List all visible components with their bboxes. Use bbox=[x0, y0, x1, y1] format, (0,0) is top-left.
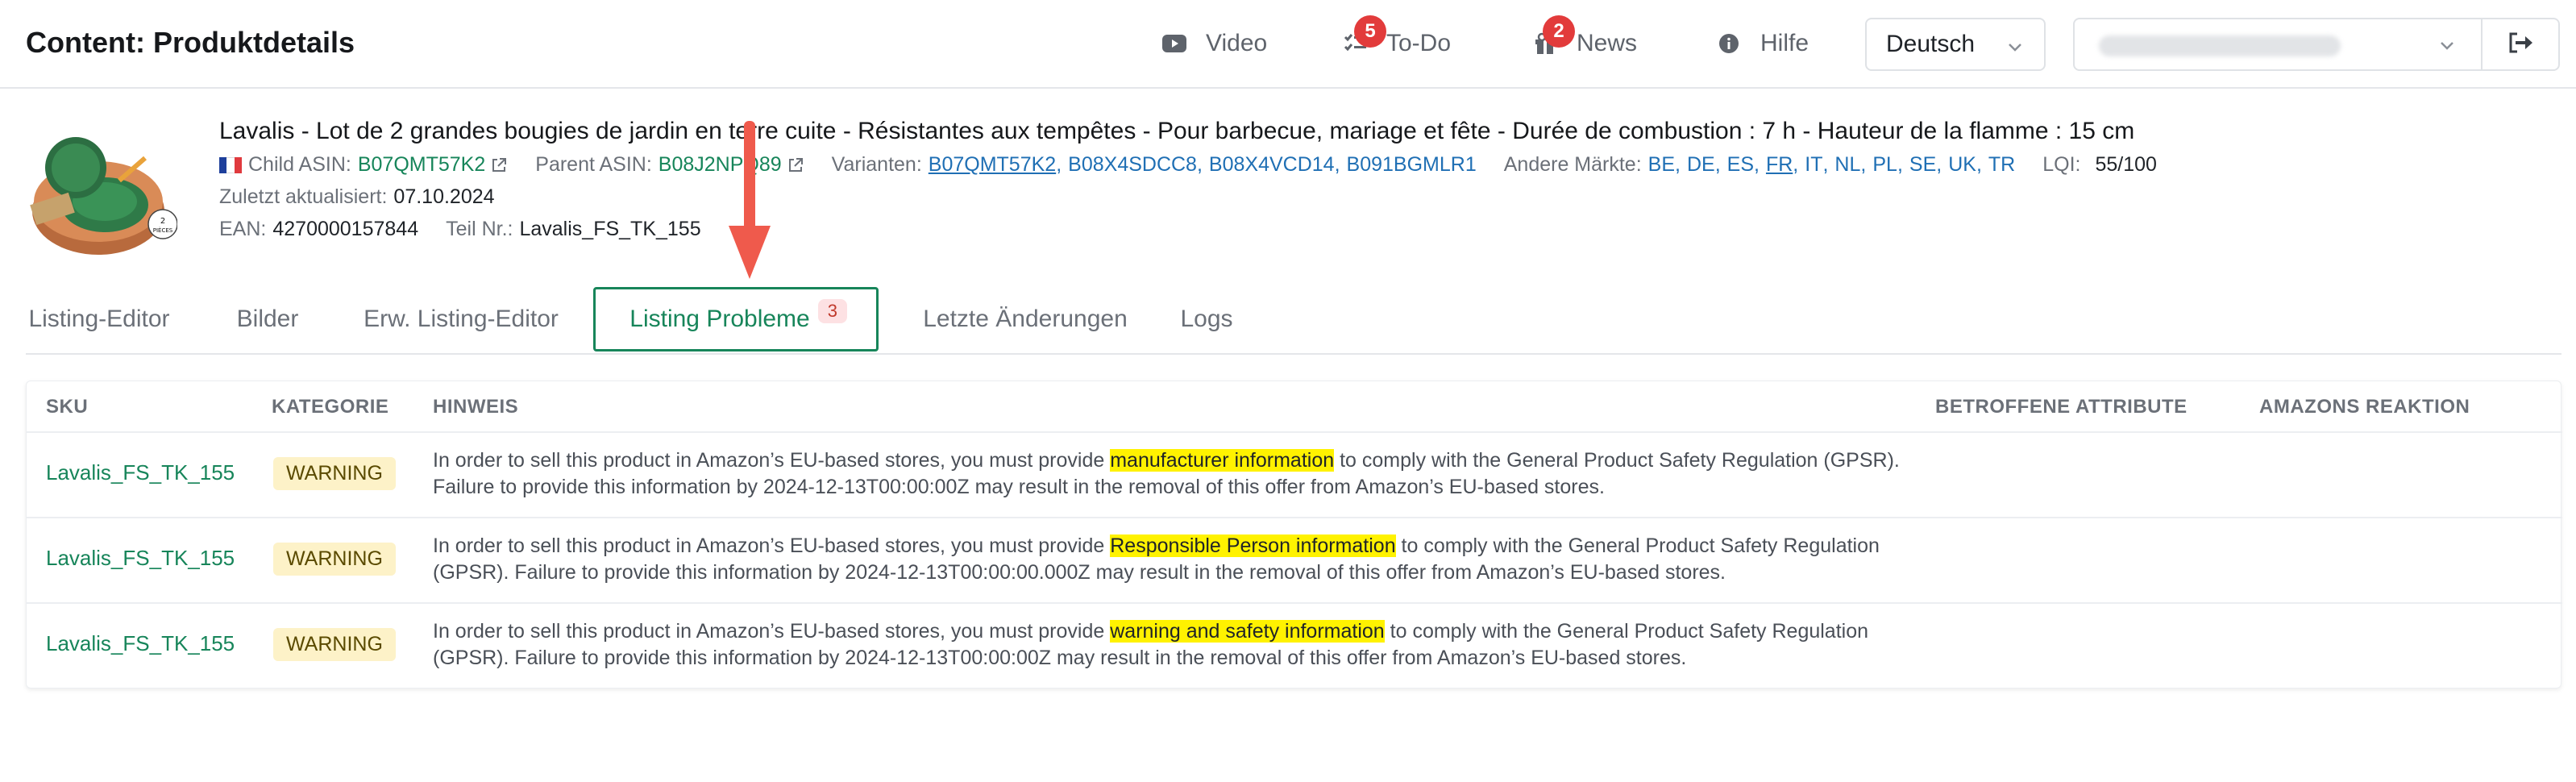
sku-link[interactable]: Lavalis_FS_TK_155 bbox=[46, 631, 235, 656]
nav-todo[interactable]: 5 To-Do bbox=[1341, 15, 1452, 60]
hint-text: In order to sell this product in Amazon’… bbox=[433, 535, 1880, 584]
france-flag-icon bbox=[219, 156, 242, 173]
news-badge: 2 bbox=[1543, 15, 1575, 48]
listing-issues-table: SKU KATEGORIE HINWEIS BETROFFENE ATTRIBU… bbox=[26, 381, 2562, 688]
market-link-fr[interactable]: FR bbox=[1766, 153, 1793, 177]
variant-link[interactable]: B08X4VCD14 bbox=[1209, 153, 1335, 177]
table-row: Lavalis_FS_TK_155 WARNING In order to se… bbox=[27, 431, 2562, 517]
nav-video[interactable]: Video bbox=[1161, 27, 1267, 60]
checklist-icon: 5 bbox=[1341, 15, 1386, 57]
ean-line: EAN: 4270000157844 Teil Nr.: Lavalis_FS_… bbox=[219, 218, 701, 241]
nav-help-label: Hilfe bbox=[1760, 30, 1809, 56]
logout-icon bbox=[2507, 31, 2533, 58]
column-header-category: KATEGORIE bbox=[272, 396, 389, 418]
hint-text: In order to sell this product in Amazon’… bbox=[433, 620, 1869, 669]
video-icon bbox=[1161, 30, 1188, 57]
parent-asin-label: Parent ASIN: bbox=[535, 153, 652, 176]
external-link-icon[interactable] bbox=[787, 156, 804, 174]
ean-value: 4270000157844 bbox=[272, 218, 419, 240]
todo-badge: 5 bbox=[1354, 15, 1386, 48]
gift-icon: 2 bbox=[1531, 15, 1575, 57]
product-image: 2 PIÈCES bbox=[24, 121, 178, 266]
tab-letzte-aenderungen[interactable]: Letzte Änderungen bbox=[912, 287, 1138, 351]
lqi-label: LQI: bbox=[2042, 153, 2081, 176]
image-badge-number: 2 bbox=[160, 217, 165, 226]
updated-line: Zuletzt aktualisiert: 07.10.2024 bbox=[219, 185, 495, 209]
tab-bilder[interactable]: Bilder bbox=[231, 287, 305, 351]
asin-line: Child ASIN: B07QMT57K2 Parent ASIN: B08J… bbox=[219, 153, 2157, 177]
child-asin-link[interactable]: B07QMT57K2 bbox=[358, 153, 485, 177]
nav-video-label: Video bbox=[1206, 30, 1268, 56]
chevron-down-icon bbox=[2005, 35, 2025, 63]
updated-value: 07.10.2024 bbox=[393, 185, 495, 208]
tab-badge: 3 bbox=[817, 299, 847, 323]
logout-button[interactable] bbox=[2483, 18, 2560, 71]
hint-highlight: Responsible Person information bbox=[1110, 535, 1396, 557]
tab-listing-probleme[interactable]: Listing Probleme 3 bbox=[593, 287, 879, 351]
external-link-icon[interactable] bbox=[490, 156, 508, 174]
market-link-es[interactable]: ES bbox=[1727, 153, 1754, 177]
lqi-value: 55/100 bbox=[2095, 153, 2157, 176]
variant-link[interactable]: B08X4SDCC8 bbox=[1068, 153, 1197, 177]
account-select[interactable] bbox=[2073, 18, 2483, 71]
table-row: Lavalis_FS_TK_155 WARNING In order to se… bbox=[27, 602, 2562, 688]
tab-erw-listing-editor[interactable]: Erw. Listing-Editor bbox=[361, 287, 561, 351]
child-asin-label: Child ASIN: bbox=[248, 153, 351, 176]
tab-label: Logs bbox=[1180, 306, 1233, 332]
variant-link[interactable]: B07QMT57K2 bbox=[929, 153, 1056, 177]
updated-label: Zuletzt aktualisiert: bbox=[219, 185, 388, 208]
account-redacted bbox=[2099, 35, 2341, 56]
annotation-arrow-icon bbox=[729, 121, 771, 279]
markets-label: Andere Märkte: bbox=[1503, 153, 1642, 176]
image-badge-text: PIÈCES bbox=[153, 227, 173, 234]
column-header-amazon-reaction: AMAZONS REAKTION bbox=[2259, 396, 2470, 418]
market-link-de[interactable]: DE bbox=[1687, 153, 1715, 177]
market-link-be[interactable]: BE bbox=[1648, 153, 1675, 177]
top-bar: Content: Produktdetails Video 5 To-Do 2 … bbox=[0, 0, 2576, 89]
market-link-tr[interactable]: TR bbox=[1988, 153, 2015, 177]
column-header-hint: HINWEIS bbox=[433, 396, 519, 418]
language-select[interactable]: Deutsch bbox=[1865, 18, 2046, 71]
ean-label: EAN: bbox=[219, 218, 267, 240]
market-link-uk[interactable]: UK bbox=[1948, 153, 1976, 177]
sku-link[interactable]: Lavalis_FS_TK_155 bbox=[46, 460, 235, 485]
info-icon bbox=[1715, 30, 1743, 57]
variant-link[interactable]: B091BGMLR1 bbox=[1347, 153, 1477, 177]
tab-logs[interactable]: Logs bbox=[1170, 287, 1243, 351]
market-link-it[interactable]: IT bbox=[1805, 153, 1822, 177]
variants-label: Varianten: bbox=[831, 153, 922, 176]
tab-bar: Listing-Editor Bilder Erw. Listing-Edito… bbox=[26, 287, 2561, 355]
column-header-sku: SKU bbox=[46, 396, 89, 418]
table-row: Lavalis_FS_TK_155 WARNING In order to se… bbox=[27, 517, 2562, 602]
part-number-label: Teil Nr.: bbox=[446, 218, 513, 240]
language-value: Deutsch bbox=[1886, 31, 1976, 57]
page-title: Content: Produktdetails bbox=[26, 26, 355, 59]
tab-listing-editor[interactable]: Listing-Editor bbox=[26, 287, 172, 351]
market-link-se[interactable]: SE bbox=[1909, 153, 1936, 177]
hint-highlight: manufacturer information bbox=[1110, 449, 1335, 472]
tab-label: Bilder bbox=[236, 306, 299, 332]
category-badge: WARNING bbox=[273, 457, 396, 490]
tab-label: Listing-Editor bbox=[28, 306, 170, 332]
nav-help[interactable]: Hilfe bbox=[1715, 27, 1809, 60]
nav-news-label: News bbox=[1577, 30, 1638, 56]
column-header-affected-attributes: BETROFFENE ATTRIBUTE bbox=[1935, 396, 2188, 418]
part-number-value: Lavalis_FS_TK_155 bbox=[519, 218, 701, 240]
hint-highlight: warning and safety information bbox=[1110, 620, 1385, 643]
market-link-nl[interactable]: NL bbox=[1834, 153, 1860, 177]
tab-label: Erw. Listing-Editor bbox=[364, 306, 559, 332]
sku-link[interactable]: Lavalis_FS_TK_155 bbox=[46, 546, 235, 571]
hint-text: In order to sell this product in Amazon’… bbox=[433, 449, 1900, 498]
market-link-pl[interactable]: PL bbox=[1872, 153, 1897, 177]
nav-todo-label: To-Do bbox=[1386, 30, 1452, 56]
product-title: Lavalis - Lot de 2 grandes bougies de ja… bbox=[219, 118, 2135, 144]
tab-label: Listing Probleme bbox=[629, 306, 810, 332]
chevron-down-icon bbox=[2437, 35, 2457, 59]
nav-news[interactable]: 2 News bbox=[1531, 15, 1638, 60]
tab-label: Letzte Änderungen bbox=[923, 306, 1128, 332]
category-badge: WARNING bbox=[273, 543, 396, 576]
category-badge: WARNING bbox=[273, 628, 396, 661]
